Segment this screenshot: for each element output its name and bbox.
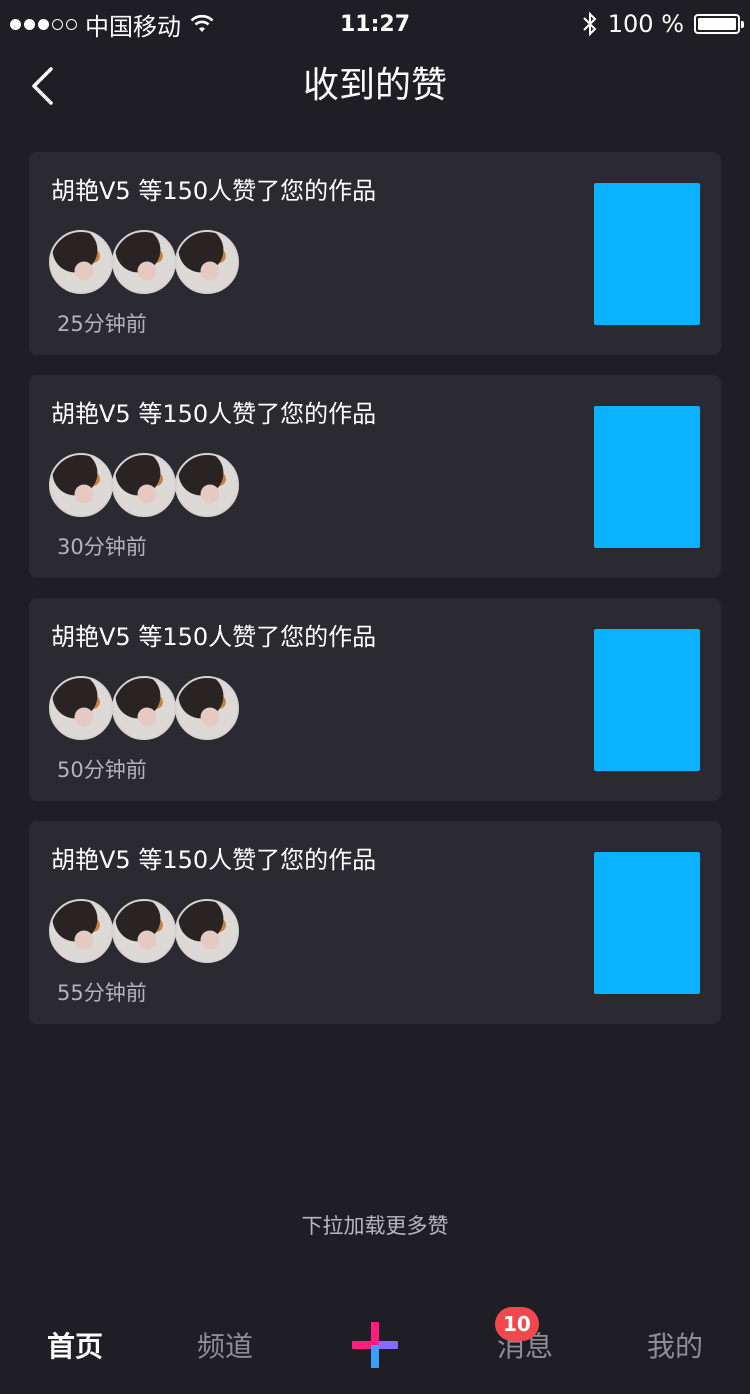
tab-profile[interactable]: 我的 <box>600 1296 750 1394</box>
work-thumbnail[interactable] <box>594 406 700 548</box>
like-time: 30分钟前 <box>57 535 147 559</box>
likes-list: 胡艳V5 等150人赞了您的作品 25分钟前 胡艳V5 等150人赞了您的作品 … <box>29 152 721 1044</box>
tab-publish[interactable] <box>300 1296 450 1394</box>
avatar[interactable] <box>112 899 176 963</box>
plus-icon <box>352 1322 398 1368</box>
avatar[interactable] <box>49 230 113 294</box>
tab-messages[interactable]: 消息 10 <box>450 1296 600 1394</box>
like-card[interactable]: 胡艳V5 等150人赞了您的作品 50分钟前 <box>29 598 721 801</box>
like-time: 25分钟前 <box>57 312 147 336</box>
unread-badge: 10 <box>495 1307 539 1341</box>
avatar[interactable] <box>112 676 176 740</box>
work-thumbnail[interactable] <box>594 629 700 771</box>
like-summary: 胡艳V5 等150人赞了您的作品 <box>51 623 377 651</box>
avatar-group <box>49 230 239 294</box>
carrier-name: 中国移动 <box>85 12 181 41</box>
status-bar: 中国移动 11:27 100 % <box>0 0 750 48</box>
avatar[interactable] <box>49 899 113 963</box>
like-card[interactable]: 胡艳V5 等150人赞了您的作品 25分钟前 <box>29 152 721 355</box>
like-card[interactable]: 胡艳V5 等150人赞了您的作品 55分钟前 <box>29 821 721 1024</box>
tab-channels[interactable]: 频道 <box>150 1296 300 1394</box>
avatar[interactable] <box>49 453 113 517</box>
avatar-group <box>49 453 239 517</box>
avatar-group <box>49 899 239 963</box>
avatar[interactable] <box>175 676 239 740</box>
like-summary: 胡艳V5 等150人赞了您的作品 <box>51 400 377 428</box>
like-summary: 胡艳V5 等150人赞了您的作品 <box>51 846 377 874</box>
wifi-icon <box>190 14 214 32</box>
page-title: 收到的赞 <box>302 65 447 106</box>
avatar[interactable] <box>175 230 239 294</box>
status-left: 中国移动 <box>10 7 215 42</box>
status-right: 100 % <box>582 10 744 38</box>
tab-bar: 首页 频道 消息 10 我的 <box>0 1296 750 1394</box>
bluetooth-icon <box>583 11 597 37</box>
like-summary: 胡艳V5 等150人赞了您的作品 <box>51 177 377 205</box>
work-thumbnail[interactable] <box>594 852 700 994</box>
signal-strength-icon <box>10 18 77 30</box>
like-time: 55分钟前 <box>57 981 147 1005</box>
like-card[interactable]: 胡艳V5 等150人赞了您的作品 30分钟前 <box>29 375 721 578</box>
avatar[interactable] <box>112 230 176 294</box>
avatar[interactable] <box>175 453 239 517</box>
avatar[interactable] <box>175 899 239 963</box>
like-time: 50分钟前 <box>57 758 147 782</box>
navigation-bar: 收到的赞 <box>0 48 750 128</box>
work-thumbnail[interactable] <box>594 183 700 325</box>
avatar[interactable] <box>112 453 176 517</box>
battery-icon <box>694 14 744 34</box>
avatar[interactable] <box>49 676 113 740</box>
tab-home[interactable]: 首页 <box>0 1296 150 1394</box>
avatar-group <box>49 676 239 740</box>
battery-percentage: 100 % <box>607 10 684 38</box>
load-more-hint: 下拉加载更多赞 <box>301 1214 449 1238</box>
